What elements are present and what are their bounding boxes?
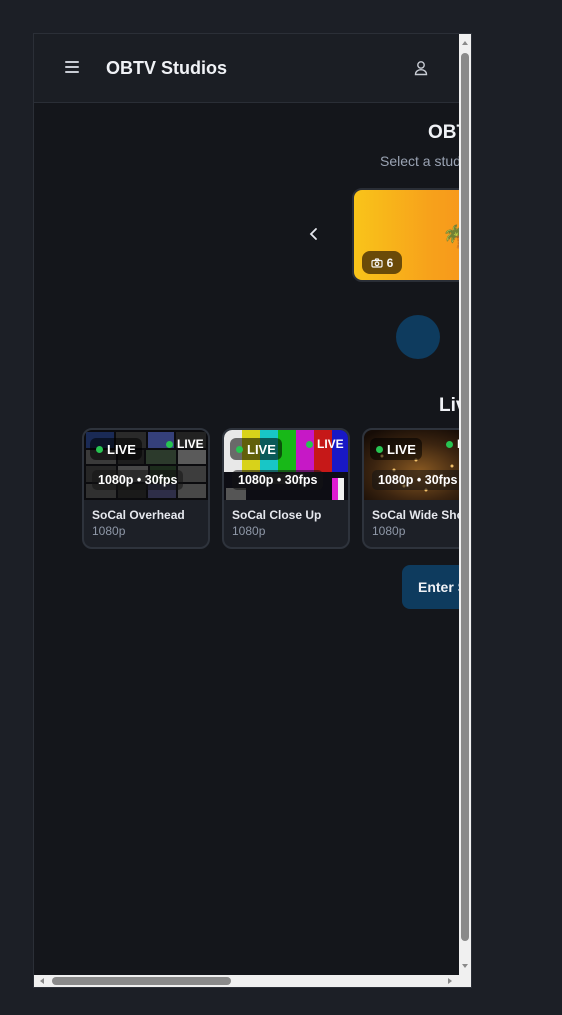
camera-card[interactable]: LIVE LIVE 1080p • 30fps SoCal Overhead 1… <box>82 428 210 549</box>
live-badge-corner: LIVE <box>300 433 348 455</box>
live-badge: LIVE <box>230 438 282 460</box>
camera-card[interactable]: LIVE L 1080p • 30fps SoCal Wide Sho 1080… <box>362 428 459 549</box>
scroll-right-arrow-icon[interactable] <box>446 977 454 985</box>
live-dot-icon <box>96 445 103 453</box>
loading-indicator <box>396 315 440 359</box>
user-icon[interactable] <box>412 59 430 77</box>
page-viewport: OBTV Studios OBT Select a stud 🌴 6 Liv <box>34 34 459 975</box>
scroll-up-arrow-icon[interactable] <box>461 39 469 47</box>
camera-resolution: 1080p <box>232 524 266 538</box>
format-badge: 1080p • 30fps <box>92 470 184 490</box>
section-title: Liv <box>439 395 459 416</box>
scroll-left-arrow-icon[interactable] <box>38 977 46 985</box>
scroll-down-arrow-icon[interactable] <box>461 962 469 970</box>
camera-name: SoCal Overhead <box>92 508 185 522</box>
live-dot-icon <box>376 445 383 453</box>
camera-resolution: 1080p <box>372 524 406 538</box>
live-badge-corner: L <box>440 433 459 455</box>
browser-window: OBTV Studios OBT Select a stud 🌴 6 Liv <box>33 33 472 988</box>
page-title: OBT <box>428 122 459 143</box>
horizontal-scroll-thumb[interactable] <box>52 977 231 985</box>
brand-title[interactable]: OBTV Studios <box>106 58 227 79</box>
page-subtitle: Select a stud <box>380 153 459 169</box>
live-badge: LIVE <box>370 438 422 460</box>
palm-tree-icon: 🌴 <box>442 224 459 250</box>
format-badge: 1080p • 30fps <box>232 470 324 490</box>
format-badge: 1080p • 30fps <box>372 470 459 490</box>
vertical-scroll-thumb[interactable] <box>461 53 469 941</box>
live-dot-icon <box>446 440 453 448</box>
studio-card[interactable]: 🌴 6 <box>352 188 459 282</box>
live-dot-icon <box>166 440 173 448</box>
live-badge: LIVE <box>90 438 142 460</box>
chevron-left-icon[interactable] <box>304 224 324 244</box>
horizontal-scrollbar[interactable] <box>34 975 471 987</box>
photo-count: 6 <box>386 255 394 270</box>
top-header: OBTV Studios <box>34 34 459 103</box>
camera-name: SoCal Wide Sho <box>372 508 459 522</box>
camera-card[interactable]: LIVE LIVE 1080p • 30fps SoCal Close Up 1… <box>222 428 350 549</box>
camera-resolution: 1080p <box>92 524 126 538</box>
vertical-scrollbar[interactable] <box>459 34 471 975</box>
photo-count-badge: 6 <box>362 251 402 274</box>
hamburger-menu-icon[interactable] <box>65 61 79 73</box>
enter-studio-button[interactable]: Enter S <box>402 565 459 609</box>
camera-icon <box>371 257 383 268</box>
live-dot-icon <box>236 445 243 453</box>
live-badge-corner: LIVE <box>160 433 208 455</box>
camera-name: SoCal Close Up <box>232 508 322 522</box>
live-dot-icon <box>306 440 313 448</box>
